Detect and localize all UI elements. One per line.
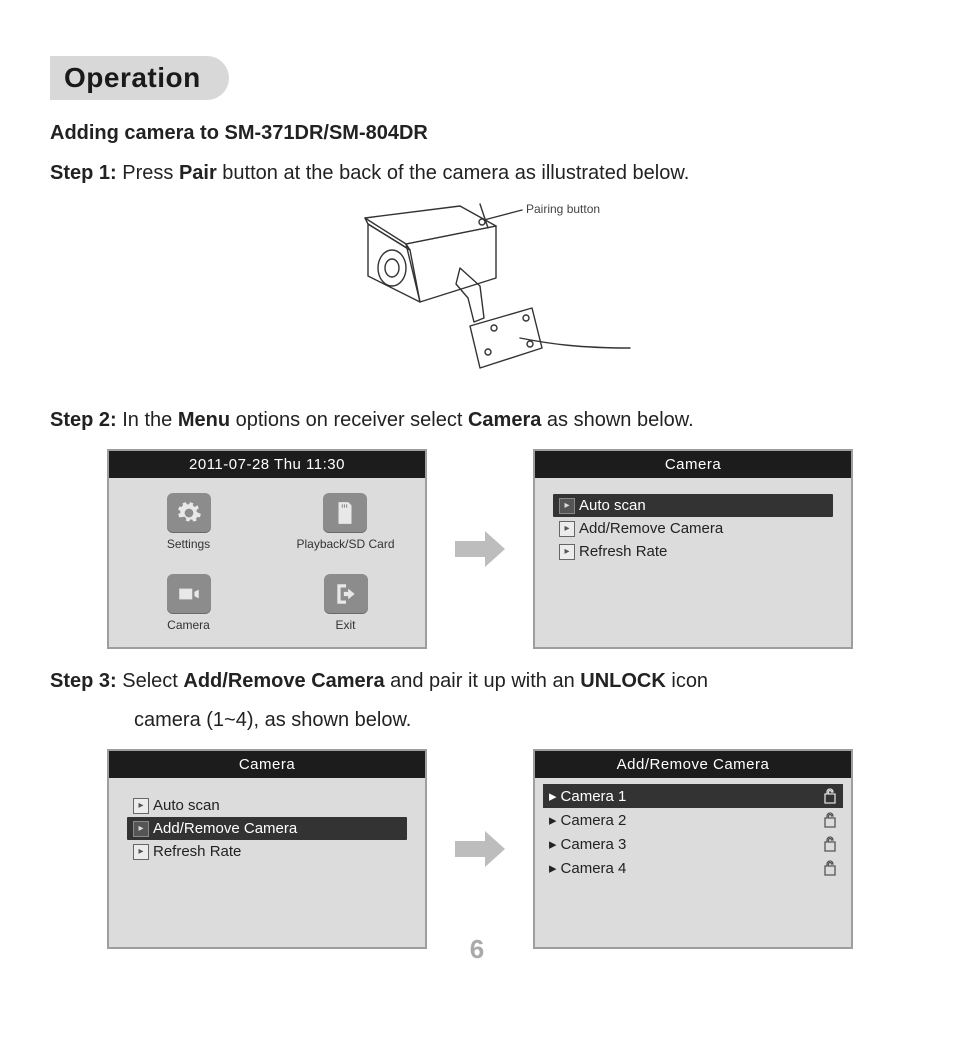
step1-text: Step 1: Press Pair button at the back of…: [50, 159, 910, 188]
sd-card-icon: [323, 493, 367, 533]
camera-icon: [167, 574, 211, 614]
step3-text: Step 3: Select Add/Remove Camera and pai…: [50, 667, 910, 696]
step2-label: Step 2:: [50, 409, 117, 431]
list-marker-icon: ▸: [133, 821, 149, 837]
list-item-auto-scan[interactable]: ▸ Auto scan: [129, 794, 405, 817]
unlock-icon: [823, 812, 837, 828]
step3-b2: UNLOCK: [580, 670, 666, 692]
step2-pre: In the: [117, 409, 178, 431]
list-item-label: Refresh Rate: [579, 543, 667, 560]
list-item-refresh-rate[interactable]: ▸ Refresh Rate: [129, 840, 405, 863]
list-item-add-remove[interactable]: ▸ Add/Remove Camera: [129, 817, 405, 840]
exit-icon: [324, 574, 368, 614]
step1-b1: Pair: [179, 162, 217, 184]
screen-add-remove-header: Add/Remove Camera: [535, 751, 851, 778]
step2-mid: options on receiver select: [230, 409, 468, 431]
list-item-refresh-rate[interactable]: ▸ Refresh Rate: [555, 540, 831, 563]
ui-row-2: Camera ▸ Auto scan ▸ Add/Remove Camera ▸…: [50, 749, 910, 949]
list-item-add-remove[interactable]: ▸ Add/Remove Camera: [555, 517, 831, 540]
list-item-label: Add/Remove Camera: [579, 520, 723, 537]
screen-main-menu: 2011-07-28 Thu 11:30 Settings Playback/S…: [107, 449, 427, 649]
camera-slot-1[interactable]: ▸ Camera 1: [545, 784, 841, 808]
menu-item-exit[interactable]: Exit: [324, 574, 368, 632]
screen-camera-menu-2-header: Camera: [109, 751, 425, 778]
screen-add-remove-camera: Add/Remove Camera ▸ Camera 1 ▸ Camera 2: [533, 749, 853, 949]
list-item-label: Auto scan: [153, 797, 220, 814]
arrow-icon: [451, 525, 509, 573]
screen-main-menu-header: 2011-07-28 Thu 11:30: [109, 451, 425, 478]
camera-slot-label: Camera 1: [561, 788, 627, 805]
list-marker-icon: ▸: [559, 544, 575, 560]
list-marker-icon: ▸: [559, 498, 575, 514]
list-marker-icon: ▸: [549, 835, 557, 853]
step3-b1: Add/Remove Camera: [183, 670, 384, 692]
list-marker-icon: ▸: [549, 811, 557, 829]
step1-post: button at the back of the camera as illu…: [217, 162, 690, 184]
section-title: Operation: [50, 56, 229, 100]
list-marker-icon: ▸: [559, 521, 575, 537]
step1-label: Step 1:: [50, 162, 117, 184]
screen-camera-menu-2: Camera ▸ Auto scan ▸ Add/Remove Camera ▸…: [107, 749, 427, 949]
ui-row-1: 2011-07-28 Thu 11:30 Settings Playback/S…: [50, 449, 910, 649]
step3-post: icon: [666, 670, 708, 692]
step2-post: as shown below.: [541, 409, 693, 431]
unlock-icon: [823, 860, 837, 876]
step3-label: Step 3:: [50, 670, 117, 692]
menu-label-camera: Camera: [167, 618, 210, 632]
menu-item-camera[interactable]: Camera: [167, 574, 211, 632]
arrow-icon: [451, 825, 509, 873]
page-number: 6: [0, 934, 954, 965]
camera-slot-label: Camera 3: [561, 836, 627, 853]
camera-slot-3[interactable]: ▸ Camera 3: [545, 832, 841, 856]
menu-label-exit: Exit: [335, 618, 355, 632]
step3-mid: and pair it up with an: [385, 670, 581, 692]
screen-camera-menu-1-header: Camera: [535, 451, 851, 478]
unlock-icon: [823, 788, 837, 804]
list-item-auto-scan[interactable]: ▸ Auto scan: [555, 494, 831, 517]
list-marker-icon: ▸: [133, 844, 149, 860]
list-marker-icon: ▸: [549, 787, 557, 805]
gear-icon: [167, 493, 211, 533]
menu-label-playback: Playback/SD Card: [296, 537, 394, 551]
step2-b2: Camera: [468, 409, 541, 431]
screen-camera-menu-1: Camera ▸ Auto scan ▸ Add/Remove Camera ▸…: [533, 449, 853, 649]
list-item-label: Auto scan: [579, 497, 646, 514]
unlock-icon: [823, 836, 837, 852]
sub-heading: Adding camera to SM-371DR/SM-804DR: [50, 122, 910, 145]
menu-label-settings: Settings: [167, 537, 210, 551]
menu-item-playback[interactable]: Playback/SD Card: [296, 493, 394, 551]
list-marker-icon: ▸: [549, 859, 557, 877]
menu-item-settings[interactable]: Settings: [167, 493, 211, 551]
pairing-button-callout: Pairing button: [526, 202, 600, 216]
list-item-label: Add/Remove Camera: [153, 820, 297, 837]
step3-line2: camera (1~4), as shown below.: [134, 706, 910, 735]
camera-slot-label: Camera 2: [561, 812, 627, 829]
list-marker-icon: ▸: [133, 798, 149, 814]
list-item-label: Refresh Rate: [153, 843, 241, 860]
step1-pre: Press: [117, 162, 179, 184]
camera-slot-2[interactable]: ▸ Camera 2: [545, 808, 841, 832]
camera-slot-label: Camera 4: [561, 860, 627, 877]
step2-text: Step 2: In the Menu options on receiver …: [50, 406, 910, 435]
camera-slot-4[interactable]: ▸ Camera 4: [545, 856, 841, 880]
camera-line-drawing: Pairing button: [310, 198, 650, 388]
step2-b1: Menu: [178, 409, 230, 431]
step3-pre: Select: [117, 670, 184, 692]
camera-illustration: Pairing button: [50, 198, 910, 388]
